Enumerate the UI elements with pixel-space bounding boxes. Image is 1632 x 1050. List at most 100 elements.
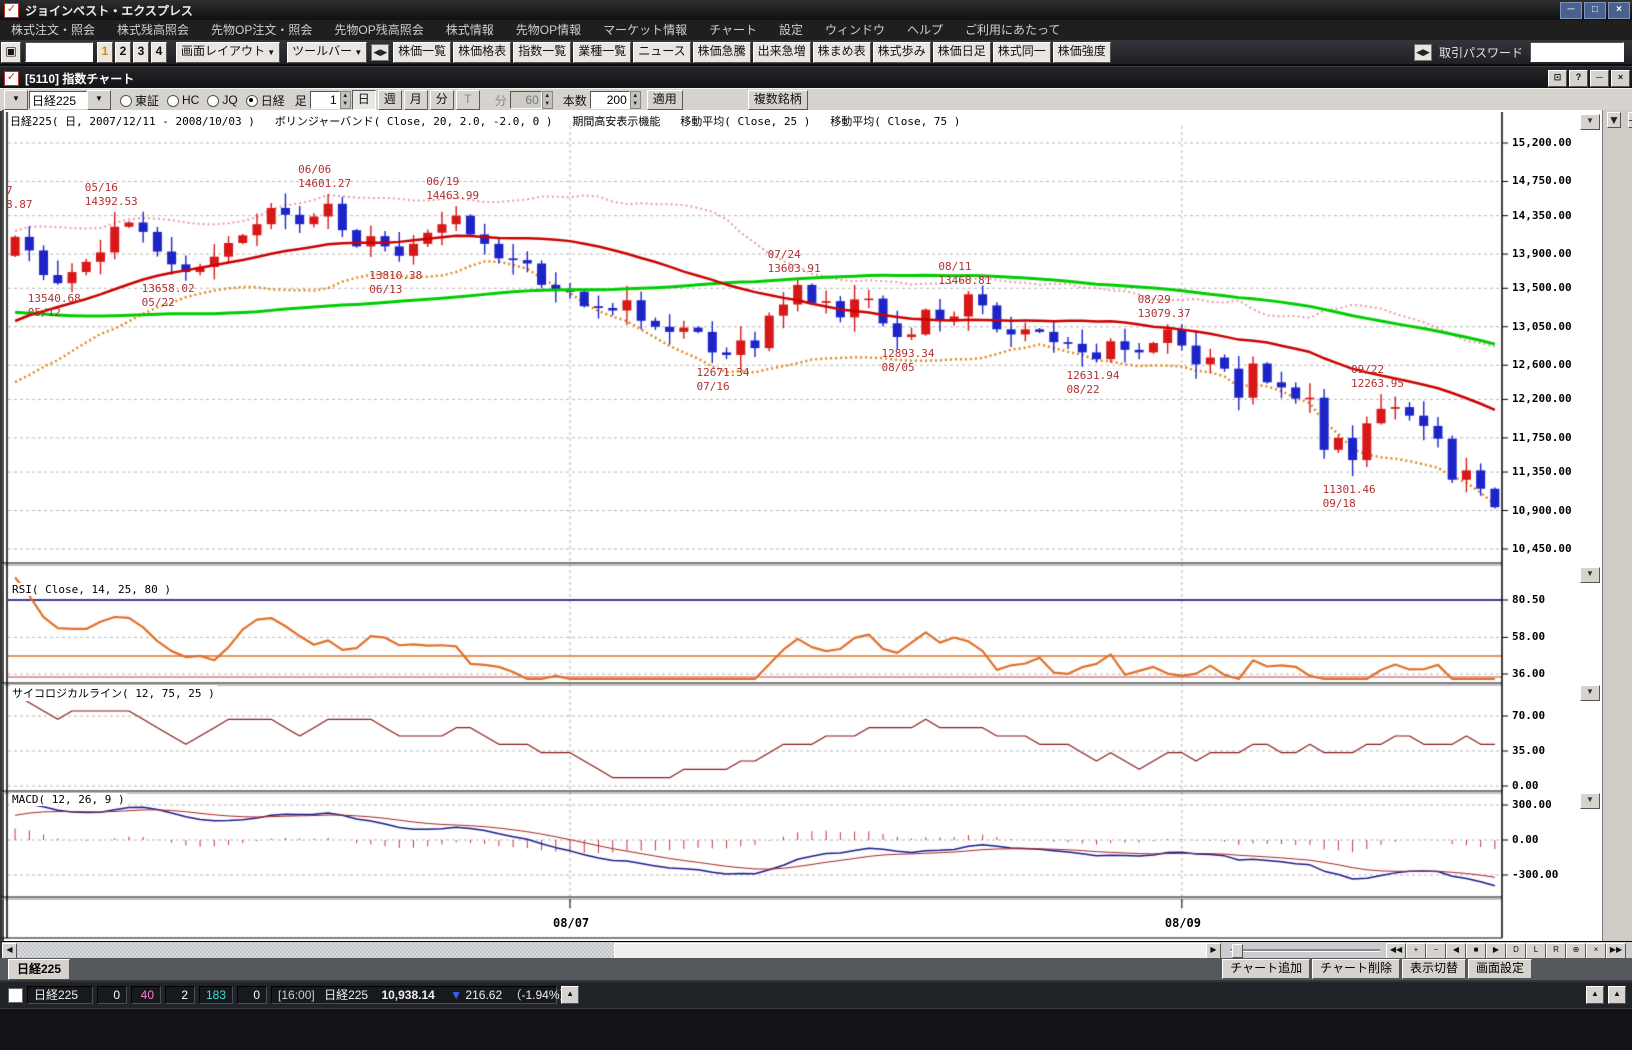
dropdown-tool-icon[interactable]: ▼ [1607, 112, 1621, 128]
interval-button-月[interactable]: 月 [404, 90, 428, 110]
menu-item-株式情報[interactable]: 株式情報 [435, 20, 505, 40]
quick-button-株式同一[interactable]: 株式同一 [993, 42, 1051, 63]
mode-r-button[interactable]: R [1546, 943, 1566, 959]
close-panel-button[interactable]: × [1586, 943, 1606, 959]
price-panel-dropdown[interactable]: ▼ [1580, 114, 1600, 130]
psych-panel-dropdown[interactable]: ▼ [1580, 685, 1600, 701]
menu-item-設定[interactable]: 設定 [768, 20, 814, 40]
quick-button-株価一覧[interactable]: 株価一覧 [393, 42, 451, 63]
cascade-windows-icon[interactable]: ▣ [1, 42, 21, 63]
menu-item-ヘルプ[interactable]: ヘルプ [896, 20, 954, 40]
menu-item-ご利用にあたって[interactable]: ご利用にあたって [954, 20, 1071, 40]
quick-button-株まめ表[interactable]: 株まめ表 [813, 42, 871, 63]
chart-close-button[interactable]: × [1611, 70, 1630, 87]
menu-item-株式注文・照会[interactable]: 株式注文・照会 [0, 20, 106, 40]
statusbar-corner-button[interactable]: ▲ [1586, 986, 1604, 1004]
highlow-annotation-05/12: 13540.68 05/12 [28, 292, 81, 320]
mode-d-button[interactable]: D [1506, 943, 1526, 959]
menu-item-株式残高照会[interactable]: 株式残高照会 [106, 20, 200, 40]
bar-count-spinner[interactable]: ▲▼ [630, 91, 641, 109]
apply-button[interactable]: 適用 [647, 90, 683, 110]
quick-button-株価格表[interactable]: 株価格表 [453, 42, 511, 63]
quick-button-株価強度[interactable]: 株価強度 [1053, 42, 1111, 63]
radio-日経[interactable] [246, 95, 258, 107]
symbol-dropdown-arrow[interactable]: ▼ [87, 90, 111, 110]
step-back-button[interactable]: ◀ [1446, 943, 1466, 959]
menu-item-チャート[interactable]: チャート [698, 20, 768, 40]
quote-name: 日経225 [324, 988, 368, 1002]
chart-restore-button[interactable]: ⊡ [1548, 70, 1567, 87]
interval-input[interactable] [310, 91, 340, 109]
scrollbar-track[interactable] [18, 943, 1206, 957]
chart-minimize-button[interactable]: ─ [1590, 70, 1609, 87]
chart-window-titlebar[interactable]: ✓ [5110] 指数チャート ⊡?─× [0, 66, 1632, 89]
jump-start-button[interactable]: ◀◀ [1386, 943, 1406, 959]
button-チャート削除[interactable]: チャート削除 [1312, 959, 1400, 979]
interval-button-週[interactable]: 週 [378, 90, 402, 110]
screen-layout-button[interactable]: 画面レイアウト [176, 42, 280, 63]
workspace-button-3[interactable]: 3 [133, 42, 149, 63]
menu-item-先物OP情報[interactable]: 先物OP情報 [505, 20, 592, 40]
radio-label-HC: HC [182, 93, 199, 107]
minimize-button[interactable]: ─ [1560, 2, 1582, 19]
magnify-button[interactable]: ⊕ [1566, 943, 1586, 959]
quick-button-株式歩み[interactable]: 株式歩み [873, 42, 931, 63]
interval-button-日[interactable]: 日 [352, 90, 376, 110]
quick-button-株価急騰[interactable]: 株価急騰 [693, 42, 751, 63]
multi-symbol-button[interactable]: 複数銘柄 [748, 90, 808, 110]
zoom-slider-thumb[interactable] [1232, 944, 1243, 958]
radio-東証[interactable] [120, 95, 132, 107]
menu-item-先物OP残高照会[interactable]: 先物OP残高照会 [323, 20, 434, 40]
button-チャート追加[interactable]: チャート追加 [1222, 959, 1310, 979]
maximize-button[interactable]: □ [1584, 2, 1606, 19]
password-grip-icon[interactable]: ◀▶ [1414, 44, 1432, 61]
tab-nikkei225[interactable]: 日経225 [8, 959, 70, 980]
button-表示切替[interactable]: 表示切替 [1402, 959, 1466, 979]
step-forward-button[interactable]: ▶ [1486, 943, 1506, 959]
menu-item-マーケット情報[interactable]: マーケット情報 [592, 20, 698, 40]
macd-panel-dropdown[interactable]: ▼ [1580, 793, 1600, 809]
statusbar-corner-button[interactable]: ▲ [1608, 986, 1626, 1004]
zoom-slider[interactable] [1230, 949, 1380, 952]
quote-expand-button[interactable]: ▲ [561, 986, 579, 1004]
chart-canvas[interactable] [0, 112, 1600, 942]
menu-item-ウィンドウ[interactable]: ウィンドウ [814, 20, 896, 40]
workspace-button-1[interactable]: 1 [97, 42, 113, 63]
symbol-list-dropdown[interactable]: ▼ [4, 90, 28, 110]
stop-button[interactable]: ■ [1466, 943, 1486, 959]
interval-spinner[interactable]: ▲▼ [340, 91, 351, 109]
quick-button-指数一覧[interactable]: 指数一覧 [513, 42, 571, 63]
chart-help-button[interactable]: ? [1569, 70, 1588, 87]
quick-button-株価日足[interactable]: 株価日足 [933, 42, 991, 63]
quick-button-出来急増[interactable]: 出来急増 [753, 42, 811, 63]
scrollbar-thumb[interactable] [614, 943, 1208, 959]
symbol-select[interactable] [29, 91, 87, 109]
close-button[interactable]: × [1608, 2, 1630, 19]
toolbar-menu-button[interactable]: ツールバー [287, 42, 367, 63]
button-画面設定[interactable]: 画面設定 [1468, 959, 1532, 979]
line-tool-icon[interactable]: ─ [1628, 112, 1632, 128]
rsi-panel-dropdown[interactable]: ▼ [1580, 567, 1600, 583]
scroll-right-button[interactable]: ▶ [1206, 943, 1221, 959]
quick-button-業種一覧[interactable]: 業種一覧 [573, 42, 631, 63]
trade-password-input[interactable] [1530, 42, 1624, 62]
radio-JQ[interactable] [207, 95, 219, 107]
price-tick-11,750.00: 11,750.00 [1512, 431, 1582, 444]
mode-l-button[interactable]: L [1526, 943, 1546, 959]
workspace-button-2[interactable]: 2 [115, 42, 131, 63]
interval-button-T[interactable]: T [456, 90, 480, 110]
status-checkbox[interactable] [8, 988, 23, 1003]
quick-button-ニュース[interactable]: ニュース [633, 42, 690, 63]
jump-end-button[interactable]: ▶▶ [1606, 943, 1626, 959]
workspace-button-4[interactable]: 4 [151, 42, 167, 63]
interval-button-分[interactable]: 分 [430, 90, 454, 110]
menu-item-先物OP注文・照会[interactable]: 先物OP注文・照会 [200, 20, 323, 40]
zoom-out-button[interactable]: − [1426, 943, 1446, 959]
zoom-in-button[interactable]: + [1406, 943, 1426, 959]
scroll-left-button[interactable]: ◀ [2, 943, 17, 959]
radio-HC[interactable] [167, 95, 179, 107]
status-counter-3: 183 [199, 986, 233, 1004]
symbol-code-input[interactable] [25, 42, 93, 62]
toolbar-grip-icon[interactable]: ◀▶ [371, 44, 389, 61]
bar-count-input[interactable] [590, 91, 630, 109]
